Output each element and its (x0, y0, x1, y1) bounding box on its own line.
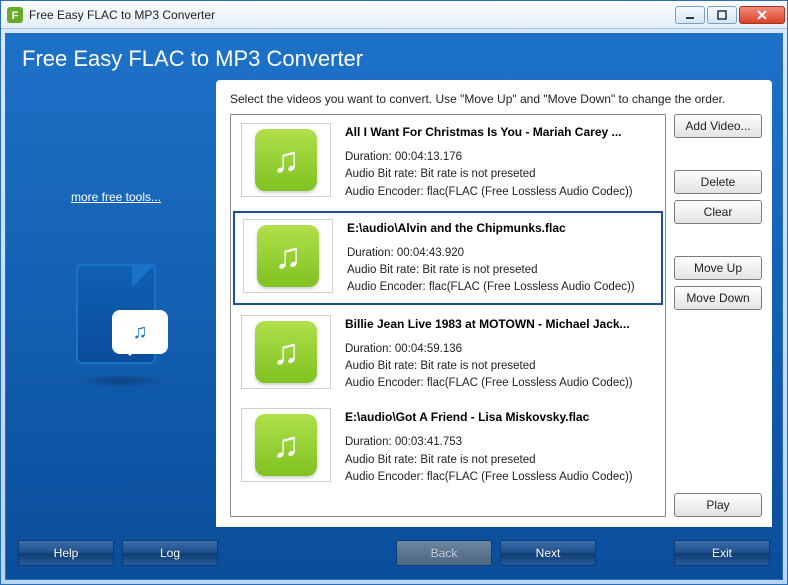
video-list[interactable]: ♫ All I Want For Christmas Is You - Maria… (230, 114, 666, 517)
window-buttons (675, 6, 785, 24)
list-item[interactable]: ♫ E:\audio\Alvin and the Chipmunks.flac Du… (233, 211, 663, 305)
maximize-button[interactable] (707, 6, 737, 24)
app-window: F Free Easy FLAC to MP3 Converter Free E… (0, 0, 788, 585)
music-note-icon: ♫ (275, 238, 302, 274)
minimize-button[interactable] (675, 6, 705, 24)
music-note-icon: ♫ (273, 334, 300, 370)
item-title: E:\audio\Got A Friend - Lisa Miskovsky.f… (345, 410, 655, 424)
svg-text:F: F (12, 10, 19, 22)
item-text: E:\audio\Alvin and the Chipmunks.flac Dur… (347, 219, 653, 297)
titlebar: F Free Easy FLAC to MP3 Converter (1, 1, 787, 29)
add-video-button[interactable]: Add Video... (674, 114, 762, 138)
item-text: All I Want For Christmas Is You - Mariah… (345, 123, 655, 201)
item-encoder: Audio Encoder: flac(FLAC (Free Lossless … (345, 184, 655, 201)
exit-button[interactable]: Exit (674, 540, 770, 566)
list-item[interactable]: ♫ Billie Jean Live 1983 at MOTOWN - Micha… (231, 307, 665, 401)
item-bitrate: Audio Bit rate: Bit rate is not preseted (345, 166, 655, 183)
music-file-icon: ♫ (257, 225, 319, 287)
bottom-bar: Help Log Back Next Exit (16, 533, 772, 573)
item-text: Billie Jean Live 1983 at MOTOWN - Michae… (345, 315, 655, 393)
panel-row: ♫ All I Want For Christmas Is You - Maria… (230, 114, 762, 517)
clear-button[interactable]: Clear (674, 200, 762, 224)
music-file-icon: ♫ (255, 414, 317, 476)
music-file-icon: ♫ (255, 321, 317, 383)
item-duration: Duration: 00:04:43.920 (347, 245, 653, 262)
item-duration: Duration: 00:03:41.753 (345, 434, 655, 451)
item-duration: Duration: 00:04:59.136 (345, 341, 655, 358)
more-tools-link[interactable]: more free tools... (71, 190, 161, 204)
close-button[interactable] (739, 6, 785, 24)
move-up-button[interactable]: Move Up (674, 256, 762, 280)
item-text: E:\audio\Got A Friend - Lisa Miskovsky.f… (345, 408, 655, 486)
help-button[interactable]: Help (18, 540, 114, 566)
list-item[interactable]: ♫ E:\audio\Got A Friend - Lisa Miskovsky.… (231, 400, 665, 494)
content-row: more free tools... ♫ Select the videos y… (16, 80, 772, 527)
main-panel: Select the videos you want to convert. U… (216, 80, 772, 527)
shadow (76, 374, 166, 388)
item-thumbnail: ♫ (243, 219, 333, 293)
item-bitrate: Audio Bit rate: Bit rate is not preseted (347, 262, 653, 279)
item-duration: Duration: 00:04:13.176 (345, 149, 655, 166)
item-thumbnail: ♫ (241, 123, 331, 197)
item-encoder: Audio Encoder: flac(FLAC (Free Lossless … (347, 279, 653, 296)
back-button[interactable]: Back (396, 540, 492, 566)
item-bitrate: Audio Bit rate: Bit rate is not preseted (345, 358, 655, 375)
side-illustration: ♫ (46, 244, 186, 384)
delete-button[interactable]: Delete (674, 170, 762, 194)
item-thumbnail: ♫ (241, 315, 331, 389)
next-button[interactable]: Next (500, 540, 596, 566)
music-note-icon: ♫ (273, 142, 300, 178)
app-title: Free Easy FLAC to MP3 Converter (22, 46, 772, 72)
log-button[interactable]: Log (122, 540, 218, 566)
body: Free Easy FLAC to MP3 Converter more fre… (5, 33, 783, 580)
instruction-text: Select the videos you want to convert. U… (230, 92, 762, 106)
play-button[interactable]: Play (674, 493, 762, 517)
item-title: E:\audio\Alvin and the Chipmunks.flac (347, 221, 653, 235)
music-note-icon: ♫ (273, 427, 300, 463)
music-file-icon: ♫ (255, 129, 317, 191)
music-note-icon: ♫ (133, 321, 148, 344)
speech-bubble-icon: ♫ (112, 310, 168, 354)
move-down-button[interactable]: Move Down (674, 286, 762, 310)
item-title: Billie Jean Live 1983 at MOTOWN - Michae… (345, 317, 655, 331)
item-encoder: Audio Encoder: flac(FLAC (Free Lossless … (345, 469, 655, 486)
app-icon: F (7, 7, 23, 23)
item-title: All I Want For Christmas Is You - Mariah… (345, 125, 655, 139)
item-bitrate: Audio Bit rate: Bit rate is not preseted (345, 452, 655, 469)
item-thumbnail: ♫ (241, 408, 331, 482)
sidebar: more free tools... ♫ (16, 80, 216, 527)
window-title: Free Easy FLAC to MP3 Converter (29, 8, 675, 22)
list-item[interactable]: ♫ All I Want For Christmas Is You - Maria… (231, 115, 665, 209)
side-button-column: Add Video... Delete Clear Move Up Move D… (674, 114, 762, 517)
item-encoder: Audio Encoder: flac(FLAC (Free Lossless … (345, 375, 655, 392)
